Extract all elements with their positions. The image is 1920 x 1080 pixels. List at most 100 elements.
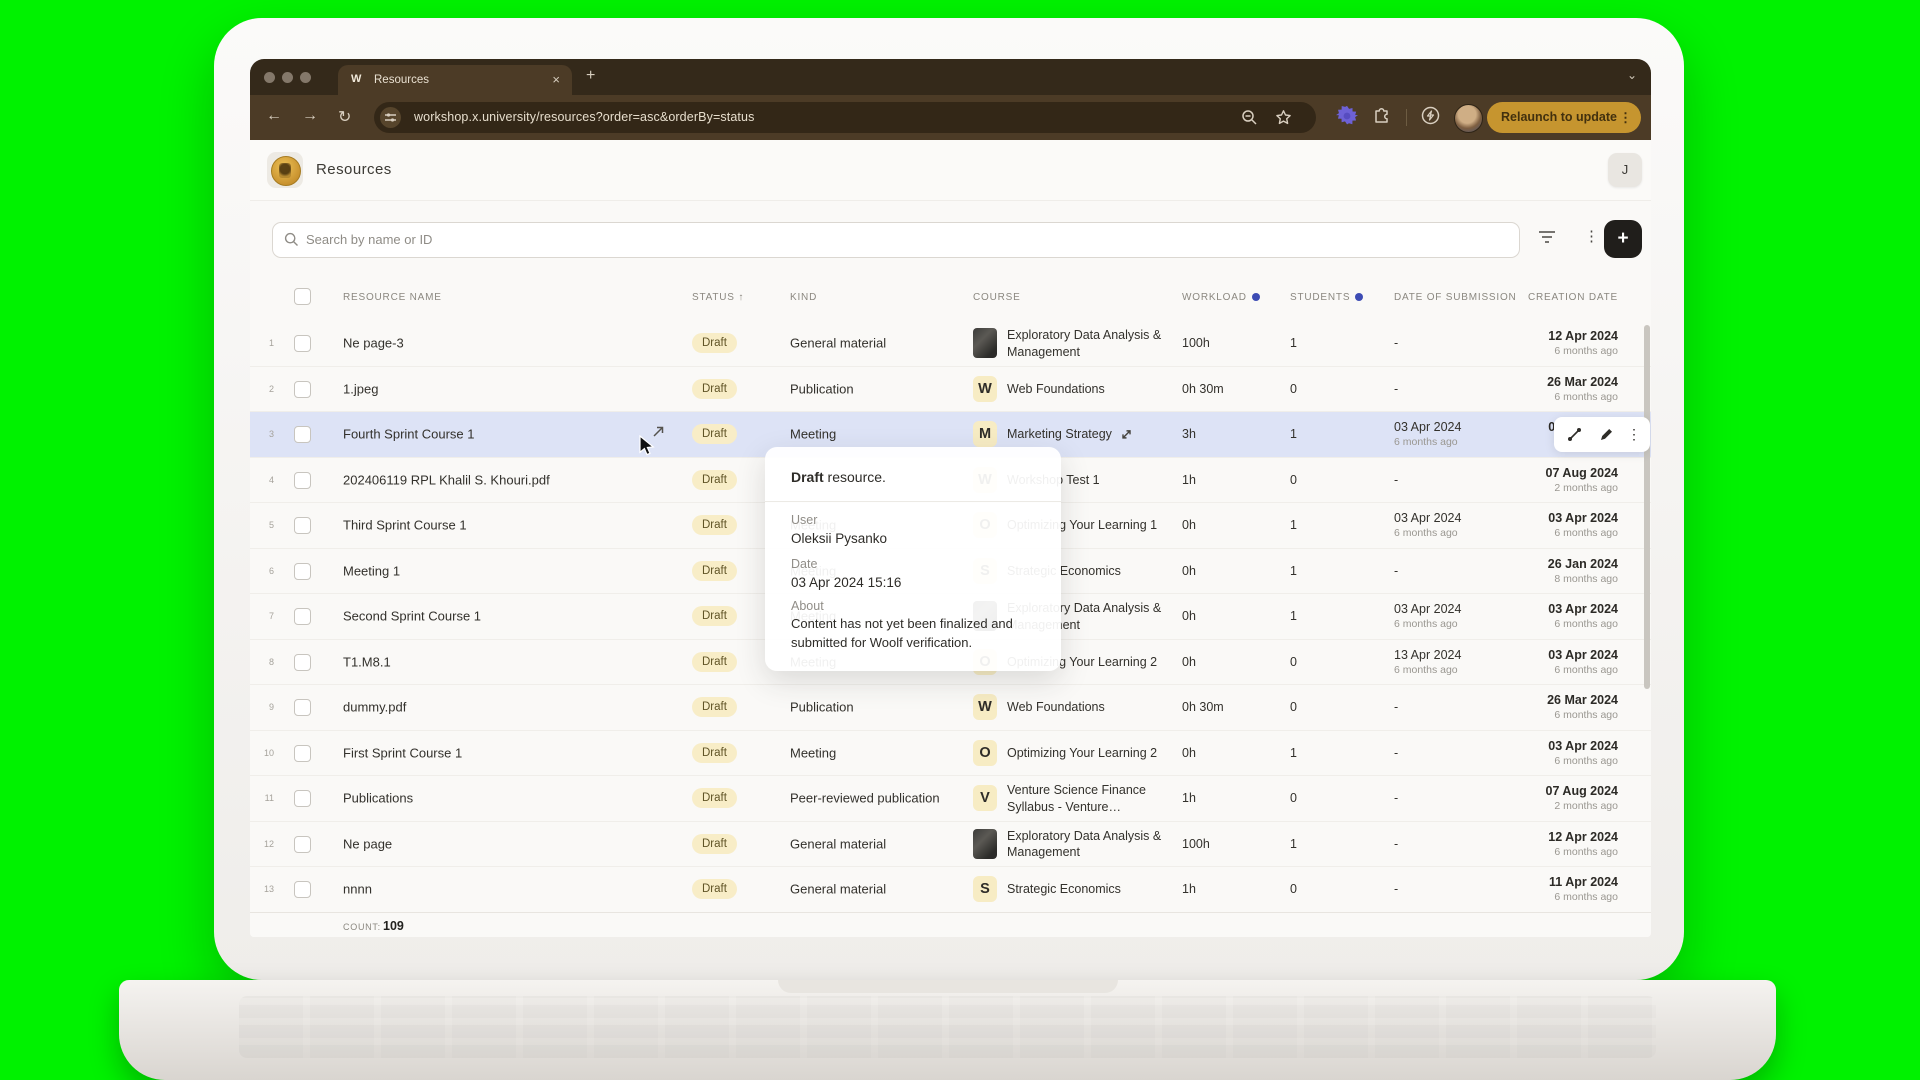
table-row[interactable]: 12Ne pageDraftGeneral materialExplorator… — [250, 822, 1651, 868]
address-bar[interactable]: workshop.x.university/resources?order=as… — [374, 102, 1316, 133]
creation-date: 07 Aug 20242 months ago — [1490, 784, 1618, 812]
user-avatar-button[interactable]: J — [1608, 153, 1642, 187]
submission-date: - — [1394, 746, 1398, 760]
new-tab-icon[interactable]: + — [586, 67, 595, 85]
column-course[interactable]: COURSE — [973, 292, 1021, 303]
column-kind[interactable]: KIND — [790, 292, 817, 303]
filter-icon[interactable] — [1538, 230, 1556, 244]
students-value: 1 — [1290, 518, 1297, 532]
extension-flower-icon[interactable] — [1336, 105, 1358, 127]
column-workload[interactable]: WORKLOAD — [1182, 292, 1260, 303]
row-checkbox[interactable] — [294, 608, 311, 625]
resource-name[interactable]: Fourth Sprint Course 1 — [343, 427, 475, 442]
status-badge: Draft — [692, 606, 737, 626]
profile-avatar[interactable] — [1454, 104, 1483, 133]
row-number: 13 — [258, 884, 274, 894]
site-info-icon[interactable] — [380, 107, 401, 128]
row-checkbox[interactable] — [294, 836, 311, 853]
row-checkbox[interactable] — [294, 790, 311, 807]
window-close-button[interactable] — [264, 72, 275, 83]
resource-name[interactable]: Ne page-3 — [343, 336, 404, 351]
university-logo[interactable] — [267, 152, 303, 188]
forward-icon[interactable]: → — [302, 107, 318, 125]
row-number: 10 — [258, 748, 274, 758]
resource-name[interactable]: Ne page — [343, 836, 392, 851]
column-resource-name[interactable]: RESOURCE NAME — [343, 292, 442, 303]
tab-search-chevron-icon[interactable]: ⌄ — [1627, 68, 1637, 82]
row-checkbox[interactable] — [294, 381, 311, 398]
course-letter-icon: M — [973, 421, 997, 447]
students-value: 0 — [1290, 700, 1297, 714]
bookmark-star-icon[interactable] — [1275, 109, 1292, 126]
resource-name[interactable]: 202406119 RPL Khalil S. Khouri.pdf — [343, 472, 550, 487]
table-row[interactable]: 1Ne page-3DraftGeneral materialExplorato… — [250, 321, 1651, 367]
browser-menu-kebab-icon[interactable]: ⋮ — [1619, 102, 1632, 133]
column-creation-date[interactable]: CREATION DATE — [1490, 292, 1618, 303]
extensions-puzzle-icon[interactable] — [1372, 105, 1392, 125]
tab-close-icon[interactable]: × — [552, 72, 560, 87]
row-checkbox[interactable] — [294, 563, 311, 580]
expand-course-icon[interactable] — [1121, 429, 1132, 440]
crest-icon — [271, 156, 301, 186]
row-checkbox[interactable] — [294, 654, 311, 671]
select-all-checkbox[interactable] — [294, 288, 311, 305]
resource-name[interactable]: 1.jpeg — [343, 381, 378, 396]
zoom-out-icon[interactable] — [1241, 109, 1258, 126]
status-badge: Draft — [692, 788, 737, 808]
relaunch-to-update-button[interactable]: Relaunch to update ⋮ — [1487, 102, 1641, 133]
students-value: 1 — [1290, 427, 1297, 441]
laptop-notch — [778, 980, 1118, 993]
row-checkbox[interactable] — [294, 745, 311, 762]
resource-name[interactable]: Publications — [343, 791, 413, 806]
search-input[interactable]: Search by name or ID — [272, 222, 1520, 258]
add-resource-button[interactable]: + — [1604, 220, 1642, 258]
row-checkbox[interactable] — [294, 881, 311, 898]
creation-date: 26 Mar 20246 months ago — [1490, 693, 1618, 721]
table-row[interactable]: 9dummy.pdfDraftPublicationWWeb Foundatio… — [250, 685, 1651, 731]
course-name: Web Foundations — [1007, 699, 1177, 715]
browser-tab[interactable]: W Resources × — [338, 65, 572, 95]
status-badge: Draft — [692, 652, 737, 672]
row-checkbox[interactable] — [294, 472, 311, 489]
row-checkbox[interactable] — [294, 699, 311, 716]
battery-saver-icon[interactable] — [1420, 105, 1441, 126]
back-icon[interactable]: ← — [266, 107, 282, 125]
kind-value: Publication — [790, 700, 854, 715]
count-value: 109 — [383, 919, 404, 933]
submission-date: - — [1394, 564, 1398, 578]
students-value: 0 — [1290, 382, 1297, 396]
resource-name[interactable]: nnnn — [343, 882, 372, 897]
resize-action-icon[interactable] — [1566, 426, 1583, 443]
table-row[interactable]: 11PublicationsDraftPeer-reviewed publica… — [250, 776, 1651, 822]
course-letter-icon: W — [973, 694, 997, 720]
course-letter-icon: S — [973, 876, 997, 902]
reload-icon[interactable]: ↻ — [338, 107, 351, 127]
edit-pencil-icon[interactable] — [1598, 426, 1615, 443]
resource-name[interactable]: dummy.pdf — [343, 700, 406, 715]
status-badge: Draft — [692, 743, 737, 763]
table-row[interactable]: 13nnnnDraftGeneral materialSStrategic Ec… — [250, 867, 1651, 913]
table-row[interactable]: 21.jpegDraftPublicationWWeb Foundations0… — [250, 367, 1651, 413]
workload-value: 1h — [1182, 473, 1196, 487]
resource-name[interactable]: First Sprint Course 1 — [343, 745, 462, 760]
resource-name[interactable]: T1.M8.1 — [343, 654, 391, 669]
row-checkbox[interactable] — [294, 426, 311, 443]
scrollbar-thumb[interactable] — [1644, 325, 1650, 689]
submission-date: - — [1394, 382, 1398, 396]
table-row[interactable]: 10First Sprint Course 1DraftMeetingOOpti… — [250, 731, 1651, 777]
row-checkbox[interactable] — [294, 335, 311, 352]
kind-value: Meeting — [790, 427, 836, 442]
resource-name[interactable]: Second Sprint Course 1 — [343, 609, 481, 624]
column-status[interactable]: STATUS ↑ — [692, 292, 744, 303]
window-minimize-button[interactable] — [282, 72, 293, 83]
resource-name[interactable]: Third Sprint Course 1 — [343, 518, 467, 533]
course-name: Exploratory Data Analysis & Management — [1007, 828, 1177, 861]
row-checkbox[interactable] — [294, 517, 311, 534]
table-options-kebab-icon[interactable]: ⋮ — [1584, 227, 1599, 245]
row-kebab-icon[interactable]: ⋮ — [1627, 417, 1641, 452]
column-students[interactable]: STUDENTS — [1290, 292, 1363, 303]
search-placeholder: Search by name or ID — [306, 232, 432, 247]
window-zoom-button[interactable] — [300, 72, 311, 83]
resource-name[interactable]: Meeting 1 — [343, 563, 400, 578]
workload-value: 0h 30m — [1182, 382, 1224, 396]
